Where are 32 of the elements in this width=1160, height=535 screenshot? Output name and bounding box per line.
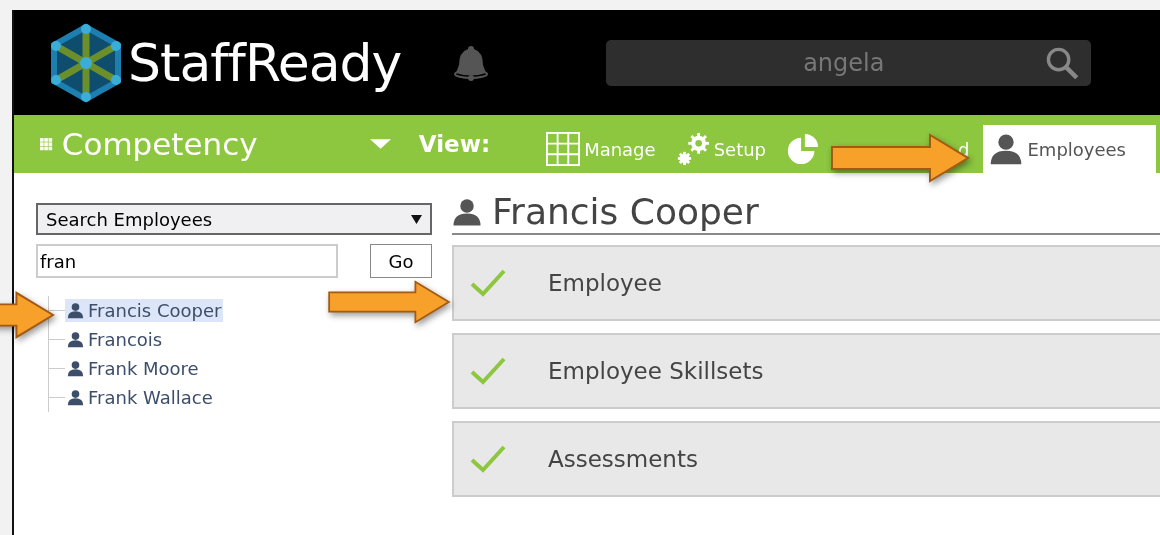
view-label: View: bbox=[418, 131, 491, 157]
search-input[interactable]: fran bbox=[36, 244, 338, 278]
employee-name: Francis Cooper bbox=[492, 191, 759, 232]
pie-chart-icon bbox=[786, 132, 821, 166]
search-type-dropdown[interactable]: Search Employees bbox=[36, 203, 432, 235]
search-icon[interactable] bbox=[1045, 45, 1080, 80]
grid-icon bbox=[546, 132, 581, 166]
section-panel[interactable]: Assessments bbox=[452, 421, 1160, 497]
section-title: Employee Skillsets bbox=[548, 358, 764, 384]
person-icon bbox=[67, 360, 84, 377]
person-icon bbox=[67, 302, 84, 319]
dropdown-caret-icon bbox=[411, 213, 422, 225]
section-title: Assessments bbox=[548, 446, 698, 472]
go-button[interactable]: Go bbox=[370, 244, 432, 278]
section-panel[interactable]: Employee bbox=[452, 245, 1160, 321]
view-tab[interactable]: Employees bbox=[983, 125, 1156, 173]
logo-icon bbox=[50, 22, 122, 103]
check-icon bbox=[470, 268, 506, 298]
section-title: Employee bbox=[548, 270, 662, 296]
check-icon bbox=[470, 444, 506, 474]
employee-tree-item[interactable]: Francis Cooper bbox=[65, 299, 224, 322]
person-icon bbox=[989, 132, 1024, 166]
employee-tree-item[interactable]: Frank Wallace bbox=[65, 386, 215, 409]
person-icon bbox=[67, 331, 84, 348]
logo-text: StaffReady bbox=[128, 32, 402, 93]
gears-icon bbox=[675, 132, 710, 166]
employee-tree-item[interactable]: Frank Moore bbox=[65, 357, 201, 380]
check-icon bbox=[470, 356, 506, 386]
person-icon bbox=[67, 389, 84, 406]
employee-tree-item[interactable]: Francois bbox=[65, 328, 165, 351]
section-panel[interactable]: Employee Skillsets bbox=[452, 333, 1160, 409]
person-icon bbox=[452, 196, 482, 227]
